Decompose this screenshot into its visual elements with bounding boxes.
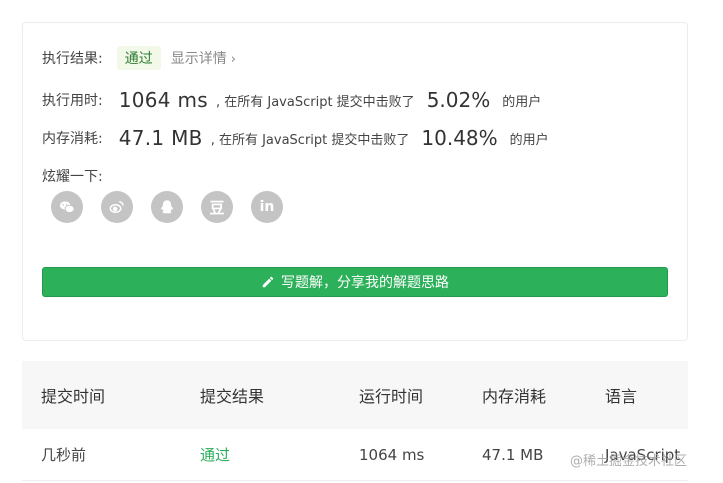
linkedin-icon[interactable]: in — [251, 191, 283, 223]
result-label: 执行结果: — [42, 51, 103, 67]
watermark: @稀土掘金技术社区 — [570, 454, 688, 469]
cell-result-link[interactable]: 通过 — [200, 444, 230, 465]
cell-submit-time: 几秒前 — [41, 446, 87, 464]
runtime-percent: 5.02% — [426, 88, 491, 112]
share-icons: 豆 in — [51, 191, 283, 223]
write-solution-label: 写题解，分享我的解题思路 — [281, 275, 449, 291]
runtime-label: 执行用时: — [42, 93, 103, 109]
wechat-icon[interactable] — [51, 191, 83, 223]
chevron-right-icon: › — [230, 52, 236, 67]
cell-runtime: 1064 ms — [359, 445, 425, 464]
share-row: 炫耀一下: — [42, 166, 103, 186]
qq-icon[interactable] — [151, 191, 183, 223]
douban-glyph: 豆 — [209, 198, 225, 217]
linkedin-glyph: in — [259, 199, 275, 215]
result-row: 执行结果: 通过 显示详情 › — [42, 46, 236, 70]
memory-label: 内存消耗: — [42, 131, 103, 147]
memory-value: 47.1 MB — [118, 126, 203, 150]
status-badge: 通过 — [116, 46, 161, 70]
header-memory: 内存消耗 — [482, 387, 547, 406]
weibo-icon[interactable] — [101, 191, 133, 223]
submission-result-card: 执行结果: 通过 显示详情 › 执行用时: 1064 ms , 在所有 JavaS… — [22, 22, 688, 341]
runtime-value: 1064 ms — [118, 88, 208, 112]
runtime-text: , 在所有 JavaScript 提交中击败了 — [215, 94, 415, 110]
memory-row: 内存消耗: 47.1 MB , 在所有 JavaScript 提交中击败了 10… — [42, 123, 549, 153]
memory-suffix: 的用户 — [509, 132, 549, 148]
table-header: 提交时间 提交结果 运行时间 内存消耗 语言 — [22, 361, 688, 429]
header-runtime: 运行时间 — [359, 387, 424, 406]
header-submit-time: 提交时间 — [41, 387, 106, 406]
share-label: 炫耀一下: — [42, 169, 103, 185]
pencil-icon — [262, 276, 274, 288]
memory-text: , 在所有 JavaScript 提交中击败了 — [210, 132, 410, 148]
header-submit-result: 提交结果 — [200, 387, 265, 406]
header-language: 语言 — [605, 387, 638, 406]
runtime-row: 执行用时: 1064 ms , 在所有 JavaScript 提交中击败了 5.… — [42, 85, 541, 115]
cell-memory: 47.1 MB — [482, 445, 544, 464]
show-details-link[interactable]: 显示详情 › — [171, 48, 236, 68]
write-solution-button[interactable]: 写题解，分享我的解题思路 — [42, 267, 668, 297]
show-details-label: 显示详情 — [170, 51, 227, 67]
douban-icon[interactable]: 豆 — [201, 191, 233, 223]
runtime-suffix: 的用户 — [502, 94, 542, 110]
memory-percent: 10.48% — [421, 126, 498, 150]
